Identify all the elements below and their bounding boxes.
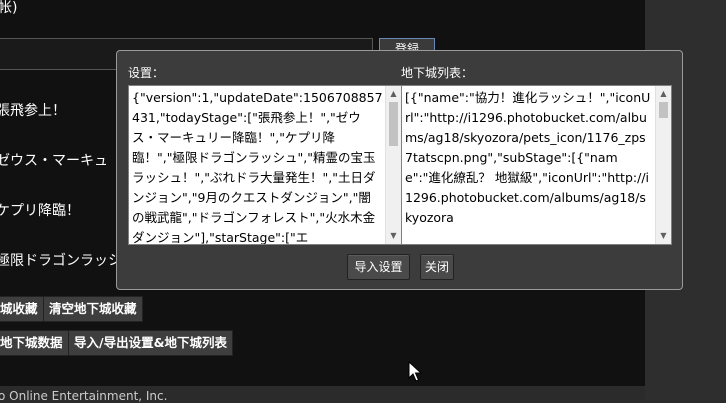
list-item: 張飛参上！ bbox=[0, 103, 66, 119]
settings-scrollbar[interactable]: ▲ ▼ bbox=[385, 86, 401, 244]
dungeon-favorite-button[interactable]: 城收藏 bbox=[0, 296, 44, 322]
dungeon-list-text: [{"name":"協力！進化ラッシュ！","iconUrl":"http://… bbox=[405, 90, 651, 225]
settings-label: 设置： bbox=[128, 66, 165, 80]
dungeon-list-label: 地下城列表： bbox=[401, 66, 474, 80]
list-item: 極限ドラゴンラッシ bbox=[0, 253, 122, 269]
dungeon-data-button[interactable]: 地下城数据 bbox=[0, 330, 69, 356]
dungeon-list-scrollbar[interactable]: ▲ ▼ bbox=[655, 86, 671, 244]
top-link[interactable]: 帐) bbox=[0, 0, 17, 17]
footer-copyright: o Online Entertainment, Inc. bbox=[0, 389, 168, 403]
import-export-dialog: 设置： 地下城列表： {"version":1,"updateDate":150… bbox=[116, 50, 683, 290]
import-settings-button[interactable]: 导入设置 bbox=[347, 254, 410, 280]
scroll-down-icon[interactable]: ▼ bbox=[386, 228, 401, 244]
settings-textarea[interactable]: {"version":1,"updateDate":1506708857431,… bbox=[128, 85, 402, 245]
mouse-cursor-icon bbox=[408, 361, 422, 382]
scroll-up-icon[interactable]: ▲ bbox=[656, 86, 671, 102]
clear-favorites-button[interactable]: 清空地下城收藏 bbox=[43, 296, 143, 322]
list-item: ケプリ降臨！ bbox=[0, 203, 80, 219]
scroll-down-icon[interactable]: ▼ bbox=[656, 228, 671, 244]
list-item: ゼウス・マーキュ bbox=[0, 153, 108, 169]
close-button[interactable]: 关闭 bbox=[420, 254, 454, 280]
scroll-up-icon[interactable]: ▲ bbox=[386, 86, 401, 102]
scrollbar-thumb[interactable] bbox=[389, 102, 398, 146]
settings-text: {"version":1,"updateDate":1506708857431,… bbox=[132, 90, 383, 245]
scrollbar-thumb[interactable] bbox=[659, 102, 668, 118]
import-export-button[interactable]: 导入/导出设置&地下城列表 bbox=[68, 330, 233, 356]
dungeon-list-textarea[interactable]: [{"name":"協力！進化ラッシュ！","iconUrl":"http://… bbox=[401, 85, 672, 245]
